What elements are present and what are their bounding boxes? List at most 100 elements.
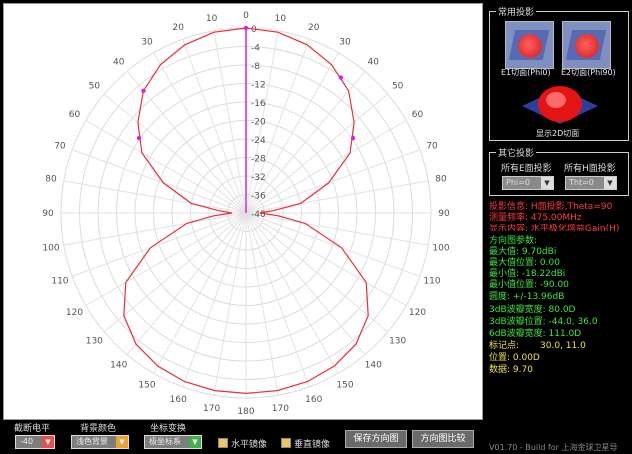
bg-color-select-value: 浅色背景	[76, 437, 108, 446]
common-projection-title: 常用投影	[496, 5, 537, 18]
info-marker-label: 标记点:	[489, 341, 520, 351]
angle-tick-label: 170	[203, 404, 220, 414]
angle-tick-label: 160	[305, 395, 322, 405]
radial-tick-label: 0	[251, 25, 257, 35]
radial-tick-label: -12	[251, 81, 266, 91]
angle-tick-label: 170	[272, 404, 289, 414]
vmirror-label: 垂直镜像	[294, 440, 331, 450]
angle-tick-label: 40	[113, 57, 125, 67]
polar-chart: 0 10 20 30 40 50 60 70 80 90 100 110 120 130 140 150 160…	[42, 11, 450, 417]
info-min-value: 最小值: -18.22dBi	[489, 269, 566, 279]
all-h-label: 所有H面投影	[564, 164, 616, 174]
angle-tick-label: 100	[42, 243, 59, 253]
angle-tick-label: 110	[51, 277, 68, 287]
radial-tick-label: -36	[251, 192, 266, 202]
hmirror-label: 水平镜像	[231, 440, 268, 450]
angle-tick-label: 20	[173, 23, 185, 33]
all-e-label: 所有E面投影	[501, 164, 552, 174]
phi-select[interactable]: Phi=0 ▼	[502, 176, 554, 190]
angle-tick-label: 20	[308, 23, 320, 33]
show-2d-thumbnail[interactable]	[520, 80, 600, 126]
bg-color-label: 背景颜色	[80, 424, 117, 434]
chevron-down-icon: ▼	[116, 436, 128, 448]
angle-tick-label: 160	[170, 395, 187, 405]
vmirror-checkbox[interactable]	[281, 438, 291, 448]
angle-tick-label: 40	[368, 57, 380, 67]
angle-tick-label: 50	[89, 82, 101, 92]
radial-tick-label: -16	[251, 99, 266, 109]
angle-tick-label: 80	[45, 175, 57, 185]
angle-tick-label: 60	[69, 110, 81, 120]
save-pattern-button[interactable]: 保存方向图	[345, 430, 407, 448]
angle-tick-label: 70	[426, 141, 438, 151]
radial-tick-label: -8	[251, 62, 260, 72]
angle-tick-label: 90	[42, 209, 54, 219]
chevron-down-icon: ▼	[42, 436, 54, 448]
angle-tick-label: 30	[141, 38, 153, 48]
show-2d-graphic	[522, 86, 598, 124]
angle-tick-label: 90	[438, 209, 450, 219]
info-bw6: 6dB波瓣宽度: 111.0D	[489, 329, 582, 339]
cutoff-label: 截断电平	[14, 424, 51, 434]
chevron-down-icon: ▼	[604, 177, 616, 189]
angle-tick-label: 10	[206, 14, 218, 24]
hmirror-checkbox[interactable]	[218, 438, 228, 448]
e2-pattern-shape	[575, 34, 599, 58]
radial-tick-label: -40	[251, 210, 266, 220]
chevron-down-icon: ▼	[541, 177, 553, 189]
radial-tick-label: -28	[251, 155, 266, 165]
info-marker-value: 30.0, 11.0	[540, 341, 586, 351]
radial-tick-label: -4	[251, 44, 260, 54]
angle-tick-label: 130	[389, 336, 406, 346]
angle-tick-label: 150	[336, 380, 353, 390]
angle-tick-label: 50	[392, 82, 404, 92]
pattern-marker	[243, 25, 249, 31]
angle-tick-label: 80	[435, 175, 447, 185]
angle-tick-label: 0	[243, 11, 249, 21]
angle-tick-label: 120	[66, 308, 83, 318]
e1-cut-thumbnail[interactable]	[505, 21, 554, 69]
radial-tick-label: -24	[251, 136, 266, 146]
cutoff-select-value: -40	[20, 437, 34, 446]
angle-tick-label: 30	[339, 38, 351, 48]
pattern-marker	[141, 88, 146, 93]
info-frequency: 测量频率: 475.00MHz	[489, 213, 582, 223]
pattern-marker	[338, 75, 344, 80]
angle-tick-label: 120	[409, 308, 426, 318]
bg-color-select[interactable]: 浅色背景 ▼	[71, 435, 129, 449]
phi-select-value: Phi=0	[506, 178, 530, 187]
info-bw3: 3dB波瓣宽度: 80.0D	[489, 305, 576, 315]
info-data: 数据: 9.70	[489, 365, 533, 375]
chevron-down-icon: ▼	[189, 436, 201, 448]
angle-tick-label: 140	[110, 361, 127, 371]
info-max-pos: 最大值位置: 0.00	[489, 258, 560, 268]
cutoff-select[interactable]: -40 ▼	[15, 435, 55, 449]
compare-pattern-button[interactable]: 方向图比较	[412, 430, 474, 448]
common-projection-group: 常用投影 E1切面(Phi0) E2切面(Phi90) 显示2D切面	[489, 5, 629, 141]
info-max-value: 最大值: 9.70dBi	[489, 247, 557, 257]
info-display: 显示内容: 水平极化增益Gain(H)	[489, 224, 620, 231]
other-projection-title: 其它投影	[496, 146, 537, 159]
angle-tick-label: 180	[237, 407, 254, 417]
angle-tick-label: 100	[432, 243, 449, 253]
pattern-marker	[136, 135, 142, 141]
coord-select[interactable]: 极坐标系 ▼	[144, 435, 202, 449]
radial-tick-label: -32	[251, 173, 266, 183]
info-min-pos: 最小值位置: -90.00	[489, 280, 569, 290]
radial-tick-label: -20	[251, 118, 266, 128]
info-position: 位置: 0.00D	[489, 353, 540, 363]
info-projection: 投影信息: H面投影,Theta=90	[489, 202, 613, 212]
polar-plot-panel[interactable]: 0 10 20 30 40 50 60 70 80 90 100 110 120 130 140 150 160…	[3, 3, 483, 420]
theta-select[interactable]: Tht=0 ▼	[565, 176, 617, 190]
angle-tick-label: 150	[138, 380, 155, 390]
coord-select-value: 极坐标系	[149, 437, 181, 446]
info-pattern-params: 方向图参数:	[489, 236, 538, 246]
show-2d-label: 显示2D切面	[536, 129, 580, 138]
pattern-marker	[350, 135, 356, 141]
theta-select-value: Tht=0	[569, 178, 594, 187]
e2-cut-thumbnail[interactable]	[562, 21, 611, 69]
e2-cut-label: E2切面(Phi90)	[561, 68, 616, 77]
info-roundness: 圆度: +/-13.96dB	[489, 292, 565, 302]
coord-label: 坐标变换	[150, 424, 187, 434]
angle-tick-label: 110	[423, 277, 440, 287]
